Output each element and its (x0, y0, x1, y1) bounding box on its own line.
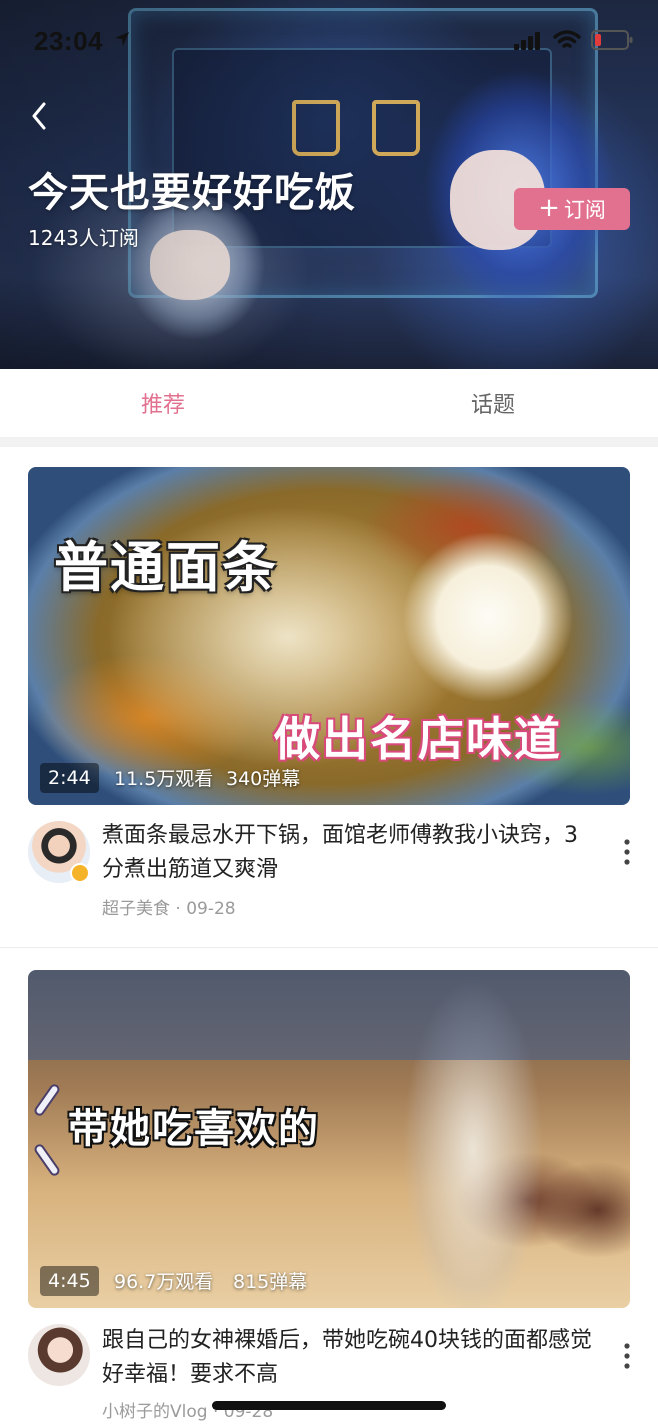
more-vertical-icon[interactable] (620, 1342, 634, 1370)
view-count: 96.7万观看 (114, 1271, 214, 1293)
more-vertical-icon[interactable] (620, 838, 634, 866)
tab-topics[interactable]: 话题 (471, 387, 515, 419)
back-chevron-icon[interactable] (28, 100, 52, 132)
location-arrow-icon (115, 32, 129, 46)
view-count: 11.5万观看 (114, 768, 214, 790)
publish-date: 09-28 (186, 899, 236, 919)
thumbnail-caption: 带她吃喜欢的 (68, 1106, 320, 1152)
verified-badge-icon (70, 863, 90, 883)
battery-icon (591, 30, 633, 50)
home-indicator[interactable] (212, 1401, 446, 1410)
author-name[interactable]: 小树子的Vlog (102, 1402, 208, 1422)
video-thumbnail[interactable]: 带她吃喜欢的 4:45 96.7万观看 815弹幕 (28, 970, 630, 1308)
video-duration: 4:45 (40, 1266, 99, 1296)
meta-separator: · (170, 899, 187, 919)
cellular-signal-icon (514, 32, 540, 50)
video-title[interactable]: 煮面条最忌水开下锅，面馆老师傅教我小诀窍，3分煮出筋道又爽滑 (102, 819, 592, 887)
subscriber-count: 1243人订阅 (28, 226, 139, 250)
video-title[interactable]: 跟自己的女神裸婚后，带她吃碗40块钱的面都感觉好幸福！要求不高 (102, 1324, 592, 1392)
video-duration: 2:44 (40, 763, 99, 793)
danmaku-count: 340弹幕 (226, 768, 301, 790)
video-thumbnail[interactable]: 普通面条 做出名店味道 2:44 11.5万观看 340弹幕 (28, 467, 630, 805)
author-name[interactable]: 超子美食 (102, 899, 170, 919)
quote-decoration (32, 1082, 62, 1118)
wifi-icon (553, 30, 581, 48)
subscribe-button[interactable]: + 订阅 (514, 188, 630, 230)
page-title: 今天也要好好吃饭 (28, 170, 356, 216)
tab-recommended[interactable]: 推荐 (141, 387, 185, 419)
danmaku-count: 815弹幕 (233, 1271, 308, 1293)
subscribe-label: 订阅 (563, 198, 606, 222)
thumbnail-caption: 做出名店味道 (274, 712, 562, 766)
video-meta: 超子美食 · 09-28 (102, 894, 236, 919)
status-time: 23:04 (34, 26, 103, 56)
section-divider (0, 437, 658, 447)
plus-icon: + (538, 193, 560, 223)
tab-bar: 推荐 话题 (0, 369, 658, 437)
author-avatar[interactable] (28, 1324, 90, 1386)
thumbnail-caption: 普通面条 (54, 536, 278, 599)
quote-decoration (32, 1142, 62, 1178)
card-divider (0, 947, 658, 948)
